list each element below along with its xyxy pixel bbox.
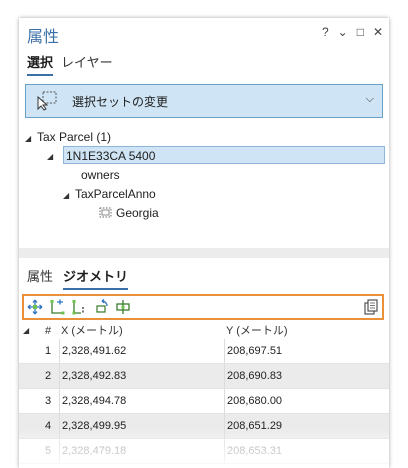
annotation-feature-icon (99, 207, 112, 218)
copy-geometry-button[interactable] (360, 297, 382, 317)
cell-x[interactable]: 2,328,494.78 (59, 389, 222, 413)
pane-controls: ? ⌄ □ ✕ (322, 25, 383, 39)
table-row[interactable]: 2 2,328,492.83 208,690.83 (19, 364, 389, 389)
header-x[interactable]: X (メートル) (61, 323, 123, 339)
tab-geometry[interactable]: ジオメトリ (63, 266, 129, 290)
selection-set-dropdown[interactable]: 選択セットの変更 ⌵ (25, 84, 383, 118)
cell-x[interactable]: 2,328,499.95 (59, 414, 222, 438)
restore-button[interactable]: □ (357, 25, 364, 39)
cell-y[interactable]: 208,680.00 (224, 389, 387, 413)
table-row[interactable]: 1 2,328,491.62 208,697.51 (19, 339, 389, 364)
rotate-icon (96, 299, 108, 313)
tree-node-feature[interactable]: 1N1E33CA 5400 (63, 146, 385, 164)
tab-layer[interactable]: レイヤー (61, 52, 113, 76)
cell-y[interactable]: 208,651.29 (224, 414, 387, 438)
pane-title: 属性 (27, 29, 60, 46)
delete-vertex-icon (72, 300, 84, 315)
move-vertex-icon (27, 299, 43, 315)
bottom-tabs: 属性 ジオメトリ (27, 266, 129, 290)
split-icon (116, 300, 130, 314)
collapse-triangle-icon[interactable]: ◢ (23, 323, 29, 339)
row-number: 3 (44, 395, 52, 407)
cell-x[interactable]: 2,328,492.83 (59, 364, 222, 388)
row-number: 1 (44, 345, 52, 357)
geometry-toolbar (22, 294, 384, 320)
top-tabs: 選択 レイヤー (27, 52, 113, 76)
tree-label-anno: TaxParcelAnno (75, 187, 156, 201)
add-vertex-icon (50, 299, 65, 315)
tree-node-owners[interactable]: owners (81, 166, 120, 184)
tree-label-owners: owners (81, 168, 120, 182)
table-row[interactable]: 3 2,328,494.78 208,680.00 (19, 389, 389, 414)
splitter[interactable] (19, 248, 389, 258)
row-number: 4 (44, 420, 52, 432)
select-set-cursor-icon (37, 91, 57, 111)
split-button[interactable] (112, 297, 134, 317)
close-button[interactable]: ✕ (373, 25, 383, 39)
cell-y[interactable]: 208,690.83 (224, 364, 387, 388)
vertex-table: ◢ # X (メートル) Y (メートル) 1 2,328,491.62 208… (19, 323, 389, 464)
cell-x[interactable]: 2,328,491.62 (59, 339, 222, 363)
header-num: # (44, 325, 52, 337)
selection-set-label: 選択セットの変更 (72, 94, 169, 109)
tree-label-georgia: Georgia (116, 206, 159, 220)
row-number: 2 (44, 370, 52, 382)
help-button[interactable]: ? (322, 25, 329, 39)
table-row[interactable]: 4 2,328,499.95 208,651.29 (19, 414, 389, 439)
expand-triangle-icon[interactable]: ◢ (47, 148, 59, 166)
header-y[interactable]: Y (メートル) (226, 323, 288, 339)
tree-label-feature: 1N1E33CA 5400 (66, 149, 156, 163)
table-header: ◢ # X (メートル) Y (メートル) (19, 323, 389, 339)
options-menu-button[interactable]: ⌄ (338, 25, 348, 39)
move-vertex-button[interactable] (24, 297, 46, 317)
row-number: 5 (44, 445, 52, 457)
pane-header: 属性 ? ⌄ □ ✕ (19, 18, 389, 48)
tab-attributes[interactable]: 属性 (27, 266, 53, 290)
add-vertex-button[interactable] (46, 297, 68, 317)
tree-label-layer: Tax Parcel (1) (37, 130, 112, 144)
tree-node-layer[interactable]: ◢ Tax Parcel (1) (25, 128, 111, 146)
cell-x[interactable]: 2,328,479.18 (59, 439, 222, 463)
tree-node-georgia[interactable]: Georgia (99, 204, 159, 222)
expand-triangle-icon[interactable]: ◢ (63, 187, 75, 205)
attributes-pane: 属性 ? ⌄ □ ✕ 選択 レイヤー 選択セットの変更 ⌵ ◢ Tax Parce… (19, 18, 389, 468)
cell-y[interactable]: 208,653.31 (224, 439, 387, 463)
chevron-down-icon: ⌵ (365, 93, 374, 105)
tree-node-anno[interactable]: ◢ TaxParcelAnno (63, 185, 156, 203)
table-row[interactable]: 5 2,328,479.18 208,653.31 (19, 439, 389, 464)
delete-vertex-button[interactable] (68, 297, 90, 317)
copy-icon (364, 299, 378, 315)
rotate-button[interactable] (90, 297, 112, 317)
expand-triangle-icon[interactable]: ◢ (25, 130, 37, 148)
tab-selection[interactable]: 選択 (27, 52, 54, 76)
cell-y[interactable]: 208,697.51 (224, 339, 387, 363)
